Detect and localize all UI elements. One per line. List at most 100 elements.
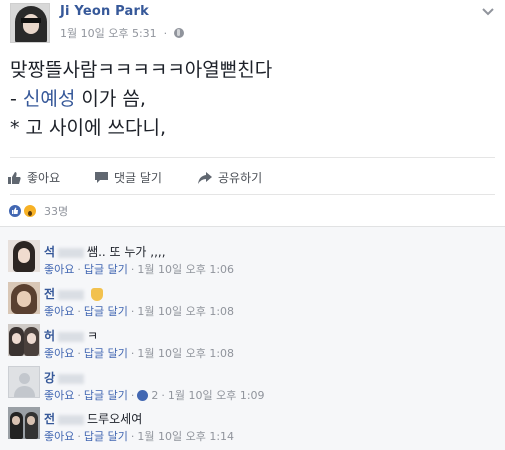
comment-meta: 좋아요 · 답글 달기 · 2 · 1월 10일 오후 1:09 [44, 387, 265, 403]
avatar-face [12, 416, 20, 425]
comment-icon [95, 172, 108, 183]
post-meta: 1월 10일 오후 5:31 · [60, 25, 185, 41]
comment-like-link[interactable]: 좋아요 [44, 303, 74, 319]
comment-meta: 좋아요 · 답글 달기 · 1월 10일 오후 1:08 [44, 345, 234, 361]
comment-line: 허ㅋ [44, 327, 98, 344]
comment-button-label: 댓글 달기 [114, 171, 162, 185]
commenter-name[interactable]: 석 [44, 245, 55, 259]
name-blur [58, 289, 85, 300]
commenter-name[interactable]: 전 [44, 287, 55, 301]
commenter-name[interactable]: 허 [44, 329, 55, 343]
avatar-placeholder-head [19, 373, 30, 384]
hand-emoji-icon [91, 288, 104, 301]
comment-item: 강 좋아요 · 답글 달기 · 2 · 1월 10일 오후 1:09 [0, 366, 505, 410]
author-avatar[interactable] [10, 3, 50, 43]
meta-separator: · [77, 262, 81, 276]
comment-line: 전 드루오세여 [44, 410, 142, 427]
comment-text: ㅋ [87, 329, 99, 343]
name-blur [58, 247, 85, 258]
comment-time[interactable]: 1월 10일 오후 1:08 [137, 345, 234, 361]
avatar-face [23, 14, 39, 34]
like-reaction-glyph [12, 207, 18, 214]
comment-time[interactable]: 1월 10일 오후 1:09 [168, 387, 265, 403]
comment-like-link[interactable]: 좋아요 [44, 428, 74, 444]
globe-icon[interactable] [174, 28, 185, 38]
comment-meta: 좋아요 · 답글 달기 · 1월 10일 오후 1:14 [44, 428, 234, 444]
post-line-2: - 신예성 이가 씀, [10, 85, 490, 114]
comment-item: 전 드루오세여 좋아요 · 답글 달기 · 1월 10일 오후 1:14 [0, 407, 505, 450]
post-header: Ji Yeon Park 1월 10일 오후 5:31 · [0, 0, 505, 46]
comment-text: 쌤.. 또 누가 ,,,, [87, 245, 166, 259]
meta-separator: · [161, 388, 165, 402]
post-line-2-suffix: 이가 씀, [75, 88, 146, 110]
commenter-name[interactable]: 전 [44, 412, 55, 426]
comment-reply-link[interactable]: 답글 달기 [84, 303, 128, 319]
mentioned-name-link[interactable]: 신예성 [23, 88, 75, 110]
comment-item: 석 쌤.. 또 누가 ,,,, 좋아요 · 답글 달기 · 1월 10일 오후 1… [0, 240, 505, 284]
comment-like-link[interactable]: 좋아요 [44, 387, 74, 403]
comment-reply-link[interactable]: 답글 달기 [84, 387, 128, 403]
comment-text: 드루오세여 [87, 412, 143, 426]
meta-separator: · [130, 346, 135, 360]
commenter-avatar[interactable] [8, 324, 40, 356]
comment-like-link[interactable]: 좋아요 [44, 345, 74, 361]
commenter-avatar[interactable] [8, 366, 40, 398]
comment-line: 석 쌤.. 또 누가 ,,,, [44, 243, 166, 260]
name-blur [58, 373, 85, 384]
commenter-avatar[interactable] [8, 240, 40, 272]
meta-separator: · [163, 26, 168, 40]
post-line-1: 맞짱뜰사람ㅋㅋㅋㅋㅋ아열뻗친다 [10, 59, 273, 81]
meta-separator: · [130, 262, 135, 276]
comment-meta: 좋아요 · 답글 달기 · 1월 10일 오후 1:08 [44, 303, 234, 319]
commenter-avatar[interactable] [8, 282, 40, 314]
comment-line: 강 [44, 369, 87, 386]
avatar-censor-bar [21, 18, 41, 23]
meta-separator: · [130, 304, 135, 318]
comment-line: 전 [44, 285, 104, 302]
comment-button[interactable]: 댓글 달기 [95, 169, 162, 186]
share-button[interactable]: 공유하기 [198, 169, 262, 186]
meta-separator: · [130, 388, 135, 402]
post-timestamp[interactable]: 1월 10일 오후 5:31 [60, 25, 157, 41]
post-line-2-prefix: - [10, 88, 23, 110]
avatar-face [18, 248, 30, 263]
like-button[interactable]: 좋아요 [8, 169, 60, 186]
comment-reply-link[interactable]: 답글 달기 [84, 345, 128, 361]
comment-like-link[interactable]: 좋아요 [44, 261, 74, 277]
comment-time[interactable]: 1월 10일 오후 1:06 [137, 261, 234, 277]
comment-item: 전 좋아요 · 답글 달기 · 1월 10일 오후 1:08 [0, 282, 505, 326]
avatar-face [27, 333, 36, 344]
name-blur [58, 331, 85, 342]
share-arrow-icon [198, 171, 212, 184]
wow-reaction-icon [23, 204, 37, 218]
comment-item: 허ㅋ 좋아요 · 답글 달기 · 1월 10일 오후 1:08 [0, 324, 505, 368]
comment-meta: 좋아요 · 답글 달기 · 1월 10일 오후 1:06 [44, 261, 234, 277]
thumbs-up-icon [8, 171, 21, 184]
meta-separator: · [77, 388, 81, 402]
comment-reply-link[interactable]: 답글 달기 [84, 428, 128, 444]
comment-like-count[interactable]: 2 [151, 389, 158, 402]
divider-bottom [10, 194, 495, 195]
meta-separator: · [77, 304, 81, 318]
chevron-down-icon[interactable] [481, 6, 495, 16]
like-count-icon [137, 389, 149, 401]
meta-separator: · [130, 429, 135, 443]
commenter-avatar[interactable] [8, 407, 40, 439]
comment-time[interactable]: 1월 10일 오후 1:14 [137, 428, 234, 444]
reaction-summary[interactable]: 33명 [8, 203, 68, 219]
name-blur [58, 414, 85, 425]
post-body: 맞짱뜰사람ㅋㅋㅋㅋㅋ아열뻗친다 - 신예성 이가 씀, * 고 사이에 쓰다니, [10, 56, 490, 143]
avatar-face [12, 333, 21, 344]
avatar-placeholder-body [14, 386, 35, 397]
divider-top [10, 157, 495, 158]
author-name[interactable]: Ji Yeon Park [60, 4, 149, 19]
share-button-label: 공유하기 [218, 171, 263, 185]
avatar-face [17, 291, 31, 307]
post-actions: 좋아요 댓글 달기 공유하기 [0, 163, 505, 191]
meta-separator: · [77, 429, 81, 443]
commenter-name[interactable]: 강 [44, 371, 55, 385]
reaction-count[interactable]: 33명 [44, 203, 68, 219]
post-line-3: * 고 사이에 쓰다니, [10, 117, 167, 139]
comment-time[interactable]: 1월 10일 오후 1:08 [137, 303, 234, 319]
comment-reply-link[interactable]: 답글 달기 [84, 261, 128, 277]
